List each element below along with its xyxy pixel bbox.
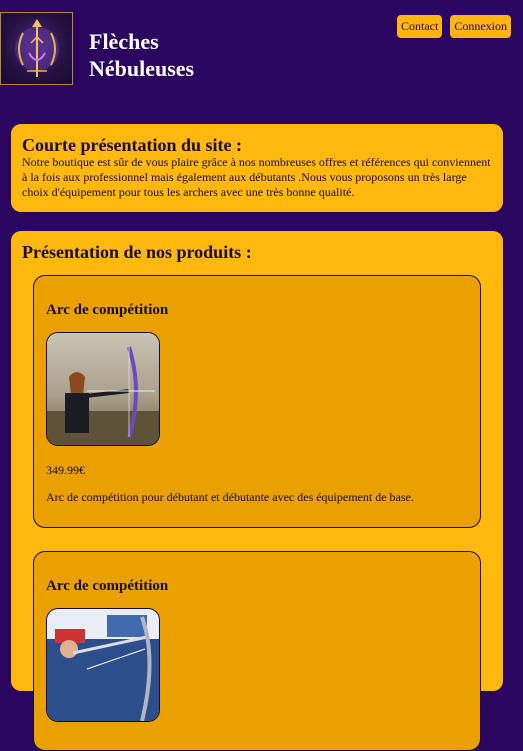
product-price: 349.99€ <box>46 463 85 477</box>
product-image[interactable] <box>46 608 160 722</box>
site-title-line2: Nébuleuses <box>89 56 195 81</box>
archer-photo-icon <box>47 609 159 721</box>
archer-photo-icon <box>47 333 159 445</box>
top-nav: Contact Connexion <box>397 15 511 38</box>
product-image[interactable] <box>46 332 160 446</box>
product-name: Arc de compétition <box>46 302 169 318</box>
site-header: Flèches Nébuleuses Contact Connexion <box>0 0 523 110</box>
bow-emblem-icon <box>15 19 59 77</box>
site-title-line1: Flèches <box>89 29 159 54</box>
products-section: Présentation de nos produits : Arc de co… <box>11 231 503 751</box>
site-logo[interactable] <box>0 12 73 85</box>
products-title: Présentation de nos produits : <box>22 242 252 262</box>
site-presentation-section: Courte présentation du site : Notre bout… <box>11 124 503 212</box>
site-title: Flèches Nébuleuses <box>89 28 239 82</box>
site-presentation-text: Notre boutique est sûr de vous plaire gr… <box>22 155 491 199</box>
product-description: Arc de compétition pour débutant et débu… <box>46 490 414 504</box>
product-card[interactable]: Arc de compétition <box>33 551 481 751</box>
contact-button[interactable]: Contact <box>397 15 443 38</box>
login-button[interactable]: Connexion <box>450 15 511 38</box>
product-name: Arc de compétition <box>46 578 169 594</box>
site-presentation-title: Courte présentation du site : <box>22 135 242 155</box>
product-card[interactable]: Arc de compétition <box>33 275 481 528</box>
